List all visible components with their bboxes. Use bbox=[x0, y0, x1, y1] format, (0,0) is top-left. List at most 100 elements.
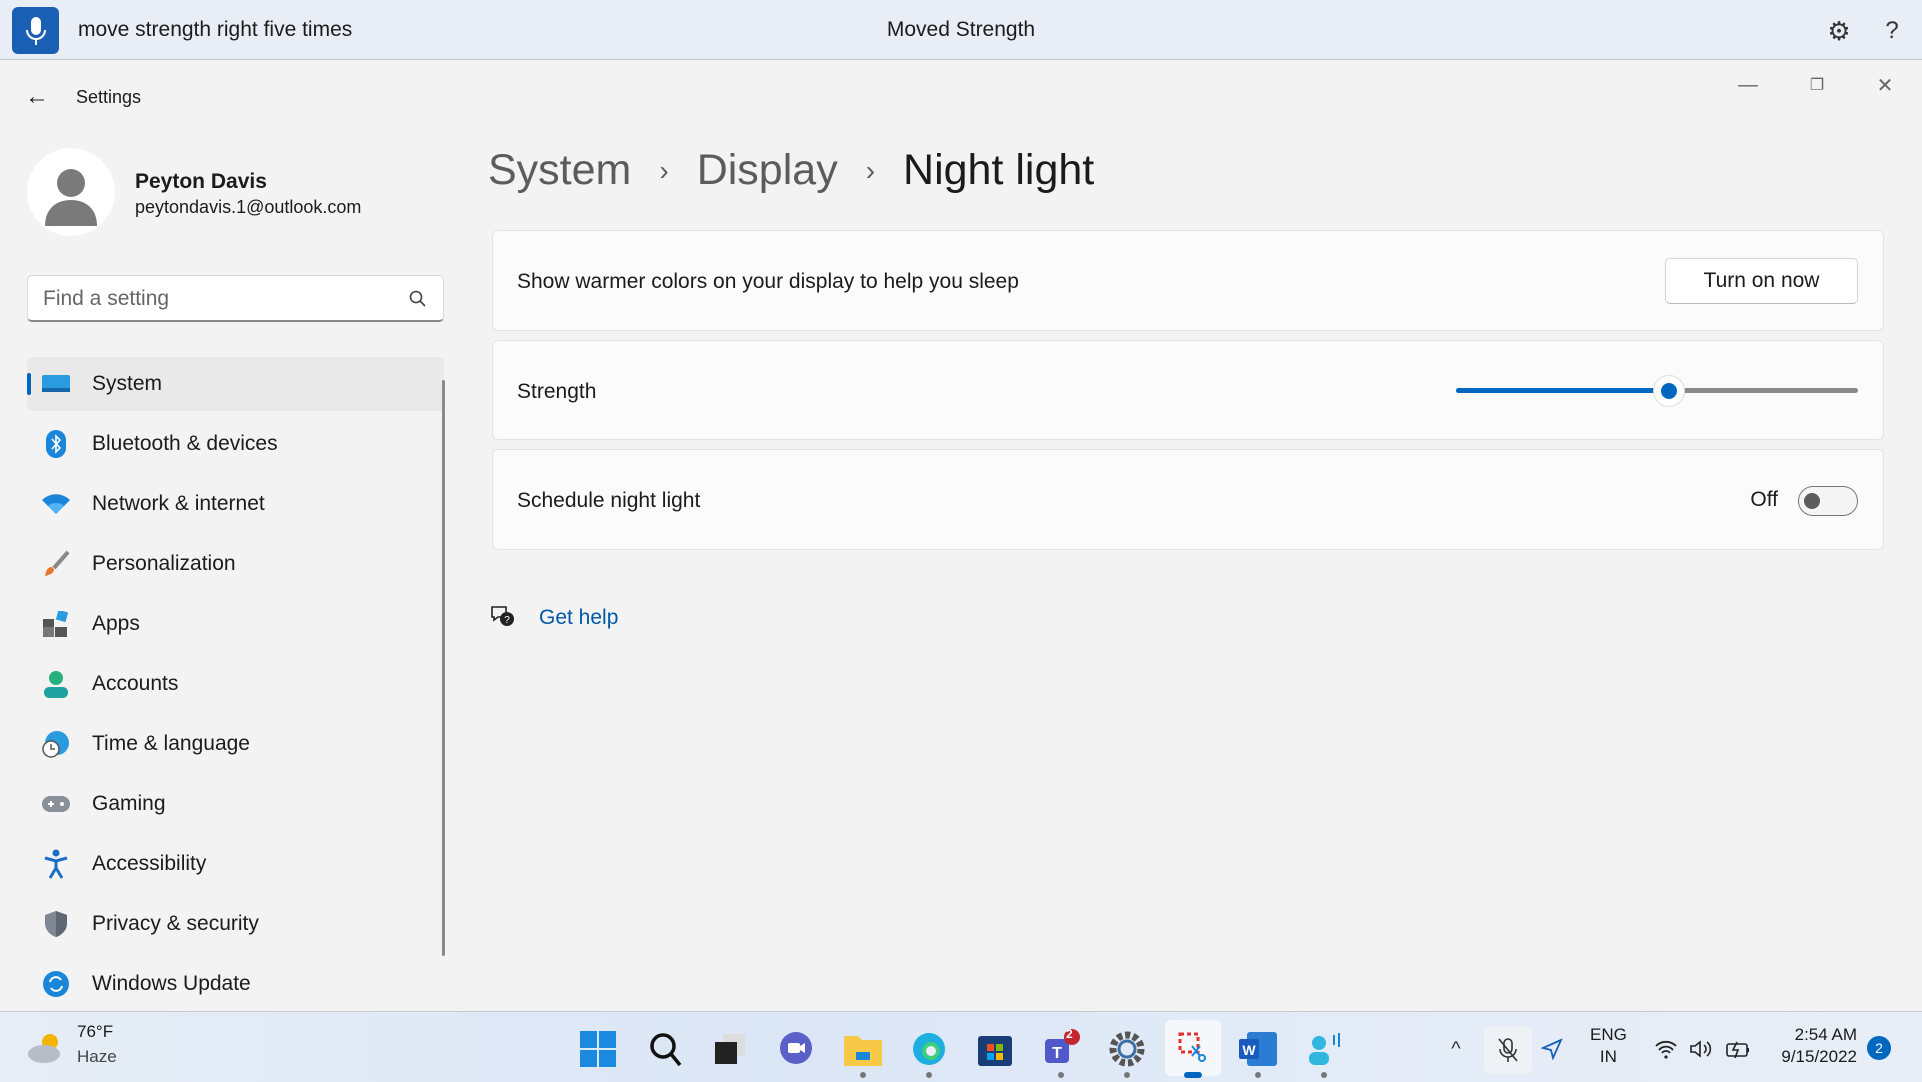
file-explorer-button[interactable] bbox=[838, 1024, 888, 1078]
language-code: ENG bbox=[1590, 1025, 1627, 1044]
clock[interactable]: 2:54 AM 9/15/2022 bbox=[1772, 1024, 1857, 1068]
close-button[interactable]: ✕ bbox=[1865, 70, 1905, 100]
folder-icon bbox=[844, 1036, 882, 1066]
gear-icon bbox=[1109, 1031, 1145, 1067]
breadcrumb-display[interactable]: Display bbox=[697, 146, 838, 195]
apps-icon bbox=[41, 609, 71, 639]
minimize-button[interactable]: — bbox=[1728, 70, 1768, 100]
microphone-button[interactable] bbox=[12, 7, 59, 54]
chat-button[interactable] bbox=[771, 1024, 821, 1074]
shield-icon bbox=[41, 909, 71, 939]
microphone-icon bbox=[25, 16, 46, 45]
strength-label: Strength bbox=[517, 380, 597, 403]
help-icon[interactable]: ? bbox=[1875, 14, 1909, 48]
sidebar-item-personalization[interactable]: Personalization bbox=[27, 537, 444, 591]
sidebar-item-network[interactable]: Network & internet bbox=[27, 477, 444, 531]
snipping-tool-button[interactable] bbox=[1165, 1020, 1221, 1078]
schedule-card: Schedule night light Off bbox=[492, 449, 1884, 550]
battery-icon[interactable] bbox=[1723, 1034, 1753, 1064]
snipping-tool-icon bbox=[1178, 1032, 1206, 1062]
brush-icon bbox=[41, 549, 71, 579]
svg-text:?: ? bbox=[504, 615, 510, 626]
night-light-card: Show warmer colors on your display to he… bbox=[492, 230, 1884, 331]
user-name: Peyton Davis bbox=[135, 170, 267, 193]
task-view-icon bbox=[715, 1034, 745, 1064]
wifi-icon bbox=[41, 489, 71, 519]
location-icon[interactable] bbox=[1537, 1034, 1567, 1064]
night-light-description: Show warmer colors on your display to he… bbox=[517, 270, 1019, 293]
svg-text:T: T bbox=[1052, 1045, 1062, 1062]
sidebar-item-gaming[interactable]: Gaming bbox=[27, 777, 444, 831]
time: 2:54 AM bbox=[1794, 1025, 1857, 1044]
taskbar-search-button[interactable] bbox=[640, 1024, 690, 1074]
user-icon bbox=[45, 169, 97, 226]
user-email: peytondavis.1@outlook.com bbox=[135, 197, 362, 217]
strength-card: Strength bbox=[492, 340, 1884, 440]
turn-on-now-button[interactable]: Turn on now bbox=[1665, 258, 1858, 304]
search-icon bbox=[650, 1033, 682, 1067]
strength-slider[interactable] bbox=[1456, 376, 1858, 406]
avatar[interactable] bbox=[27, 148, 115, 236]
volume-icon[interactable] bbox=[1686, 1034, 1716, 1064]
voice-access-button[interactable] bbox=[1299, 1024, 1349, 1078]
page-title: Night light bbox=[903, 146, 1095, 194]
help-chat-icon: ? bbox=[490, 603, 516, 629]
svg-text:W: W bbox=[1242, 1042, 1256, 1058]
chevron-right-icon: › bbox=[865, 154, 876, 186]
gamepad-icon bbox=[41, 789, 71, 819]
sidebar-item-windows-update[interactable]: Windows Update bbox=[27, 957, 444, 1011]
schedule-toggle[interactable] bbox=[1798, 486, 1858, 516]
edge-button[interactable] bbox=[904, 1024, 954, 1078]
word-button[interactable]: W bbox=[1233, 1024, 1283, 1078]
restore-button[interactable]: ❐ bbox=[1797, 70, 1837, 100]
chevron-right-icon: › bbox=[659, 154, 669, 186]
weather-temp[interactable]: 76°F bbox=[77, 1022, 113, 1042]
sidebar-item-apps[interactable]: Apps bbox=[27, 597, 444, 651]
weather-condition[interactable]: Haze bbox=[77, 1047, 117, 1067]
weather-haze-icon[interactable] bbox=[26, 1030, 66, 1066]
search-input[interactable] bbox=[43, 287, 393, 311]
search-box[interactable] bbox=[27, 275, 444, 322]
settings-button[interactable] bbox=[1102, 1024, 1152, 1078]
voice-access-bar: move strength right five times Moved Str… bbox=[0, 0, 1922, 60]
accessibility-icon bbox=[41, 849, 71, 879]
date: 9/15/2022 bbox=[1781, 1047, 1857, 1066]
get-help-link[interactable]: Get help bbox=[539, 606, 618, 630]
windows-icon bbox=[580, 1031, 616, 1067]
store-icon bbox=[978, 1036, 1012, 1066]
word-icon: W bbox=[1239, 1032, 1277, 1066]
slider-thumb[interactable] bbox=[1654, 376, 1685, 406]
search-icon[interactable] bbox=[405, 286, 431, 312]
language-indicator[interactable]: ENG IN bbox=[1590, 1024, 1627, 1068]
breadcrumb: System › Display › Night light bbox=[488, 146, 1094, 195]
system-icon bbox=[41, 369, 71, 399]
taskbar: 76°F Haze T2 W ^ ENG IN 2:54 AM 9/15/2022 … bbox=[0, 1011, 1922, 1082]
edge-icon bbox=[913, 1033, 945, 1065]
bluetooth-icon bbox=[41, 429, 71, 459]
accounts-icon bbox=[41, 669, 71, 699]
sidebar-item-time-language[interactable]: Time & language bbox=[27, 717, 444, 771]
sidebar-item-system[interactable]: System bbox=[27, 357, 444, 411]
teams-icon: T bbox=[1045, 1029, 1080, 1063]
sidebar-item-accounts[interactable]: Accounts bbox=[27, 657, 444, 711]
notification-badge[interactable]: 2 bbox=[1867, 1036, 1891, 1060]
start-button[interactable] bbox=[573, 1024, 623, 1074]
gear-icon[interactable]: ⚙ bbox=[1822, 14, 1856, 48]
store-button[interactable] bbox=[970, 1024, 1020, 1074]
sidebar-scrollbar[interactable] bbox=[442, 380, 445, 956]
task-view-button[interactable] bbox=[705, 1024, 755, 1074]
back-arrow-icon[interactable]: ← bbox=[22, 82, 52, 112]
sidebar-item-accessibility[interactable]: Accessibility bbox=[27, 837, 444, 891]
teams-button[interactable]: T2 bbox=[1036, 1024, 1086, 1078]
teams-badge: 2 bbox=[1066, 1027, 1073, 1041]
sidebar-item-bluetooth[interactable]: Bluetooth & devices bbox=[27, 417, 444, 471]
running-indicator bbox=[1321, 1072, 1327, 1078]
chat-icon bbox=[780, 1032, 812, 1064]
chevron-up-icon[interactable]: ^ bbox=[1441, 1034, 1471, 1064]
voice-command-text: move strength right five times bbox=[78, 18, 353, 41]
sidebar-item-privacy[interactable]: Privacy & security bbox=[27, 897, 444, 951]
wifi-icon[interactable] bbox=[1651, 1034, 1681, 1064]
breadcrumb-system[interactable]: System bbox=[488, 146, 631, 195]
schedule-label: Schedule night light bbox=[517, 489, 701, 512]
microphone-muted-icon[interactable] bbox=[1484, 1026, 1532, 1074]
